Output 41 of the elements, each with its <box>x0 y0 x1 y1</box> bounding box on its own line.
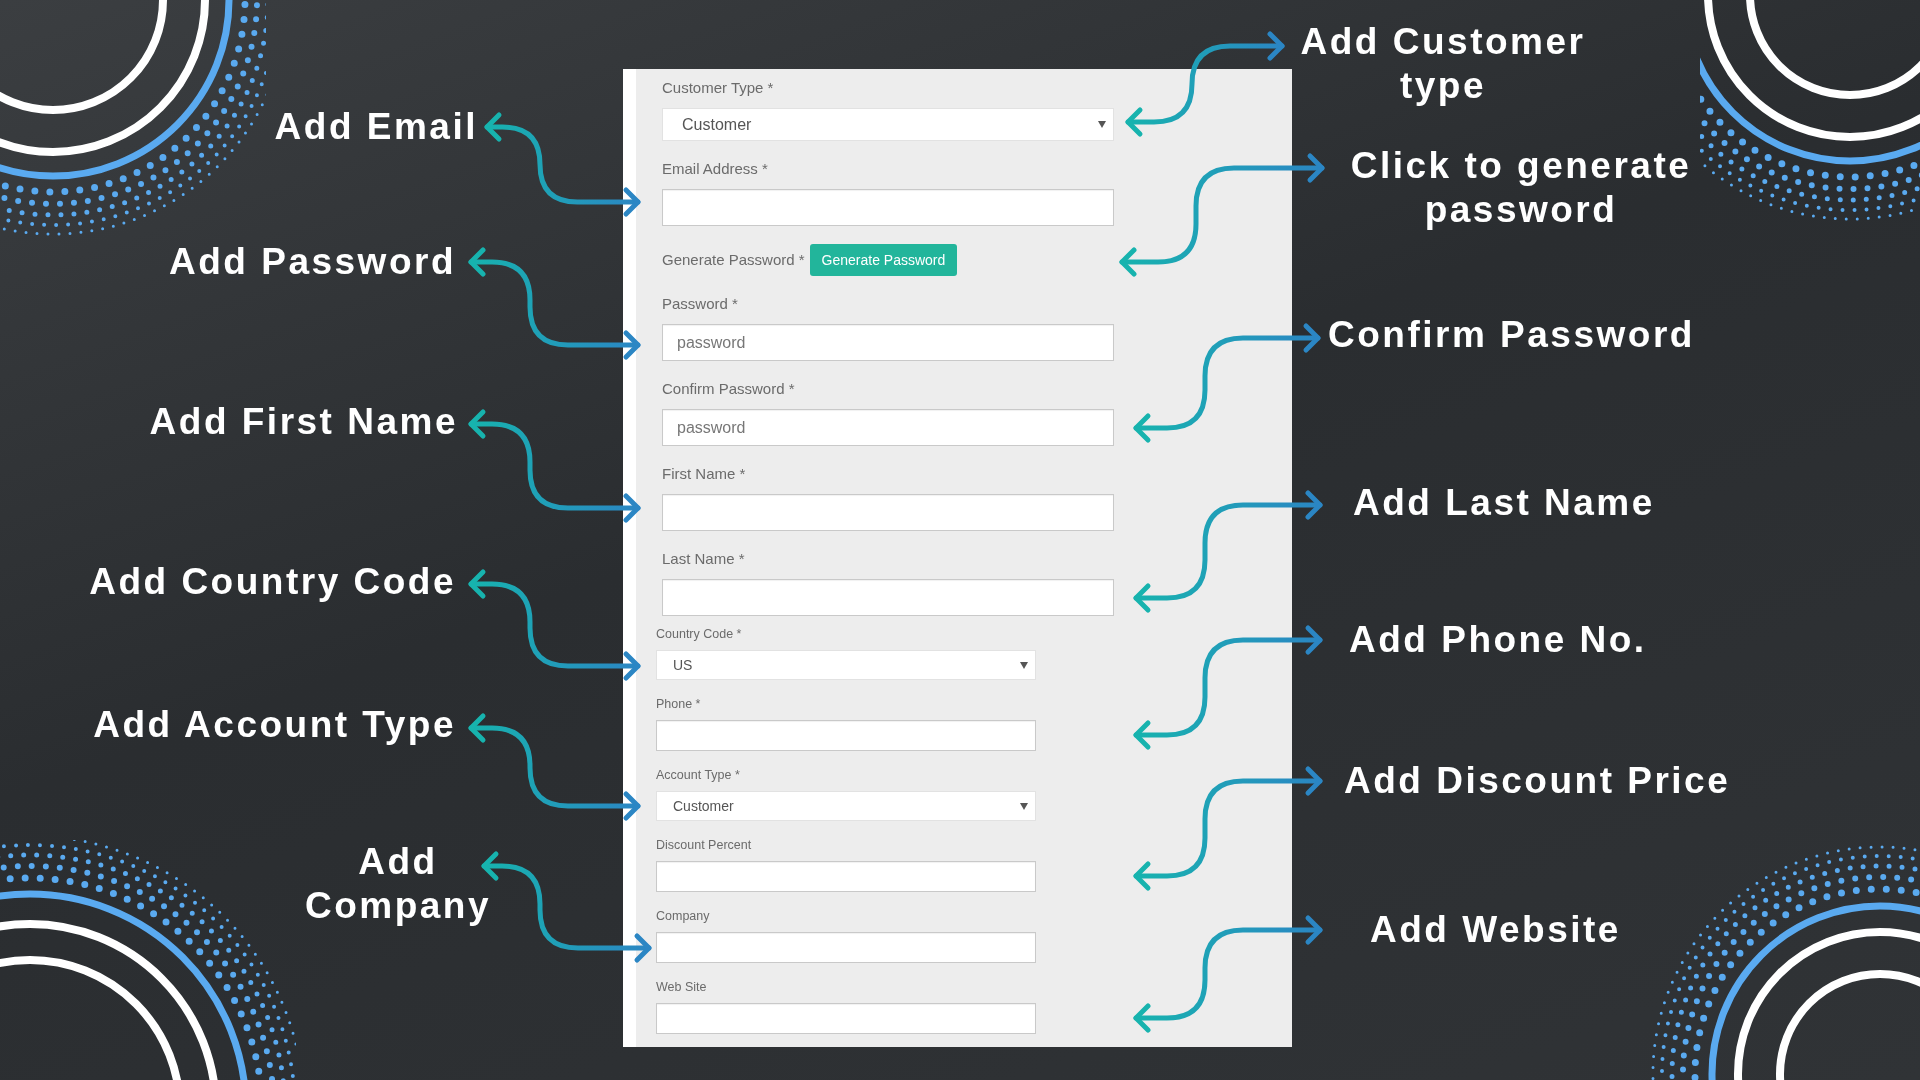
callout-label: Add Last Name <box>1353 481 1655 525</box>
callout-label: Add Account Type <box>93 703 456 747</box>
field-label: Web Site <box>656 979 708 995</box>
text-input[interactable] <box>656 861 1036 892</box>
field-label: Country Code * <box>656 626 743 642</box>
dropdown-field[interactable]: Customer <box>662 108 1114 141</box>
field-label: Generate Password * <box>662 250 805 270</box>
caret-icon <box>1020 802 1028 810</box>
text-input[interactable] <box>662 579 1114 616</box>
field-label: Confirm Password * <box>662 379 796 399</box>
text-input[interactable]: password <box>662 324 1114 361</box>
field-label: Customer Type * <box>662 78 775 98</box>
callout-label: Add Customer type <box>1299 20 1587 108</box>
text-input[interactable]: password <box>662 409 1114 446</box>
callout-label: Click to generate password <box>1349 144 1693 232</box>
field-label: Company <box>656 908 711 924</box>
dropdown-field[interactable]: US <box>656 650 1036 680</box>
field-label: Account Type * <box>656 767 741 783</box>
field-label: Email Address * <box>662 159 769 179</box>
callout-label: Add Password <box>169 240 456 284</box>
text-input[interactable] <box>656 720 1036 751</box>
dropdown-field[interactable]: Customer <box>656 791 1036 821</box>
callout-label: Add Discount Price <box>1344 759 1731 803</box>
field-label: Discount Percent <box>656 837 753 853</box>
field-label: Last Name * <box>662 549 746 569</box>
callout-label: Add Phone No. <box>1349 618 1647 662</box>
callout-label: Add Country Code <box>89 560 456 604</box>
text-input[interactable] <box>656 932 1036 963</box>
text-input[interactable] <box>662 494 1114 531</box>
text-input[interactable] <box>662 189 1114 226</box>
callout-label: Add Email <box>274 105 478 149</box>
callout-label: Add Website <box>1370 908 1621 952</box>
caret-icon <box>1020 661 1028 669</box>
callout-label: Add First Name <box>149 400 458 444</box>
field-label: Phone * <box>656 696 702 712</box>
caret-icon <box>1098 121 1106 128</box>
callout-label: Confirm Password <box>1328 313 1695 357</box>
field-label: First Name * <box>662 464 747 484</box>
field-label: Password * <box>662 294 739 314</box>
callout-label: Add Company <box>303 840 493 928</box>
text-input[interactable] <box>656 1003 1036 1034</box>
